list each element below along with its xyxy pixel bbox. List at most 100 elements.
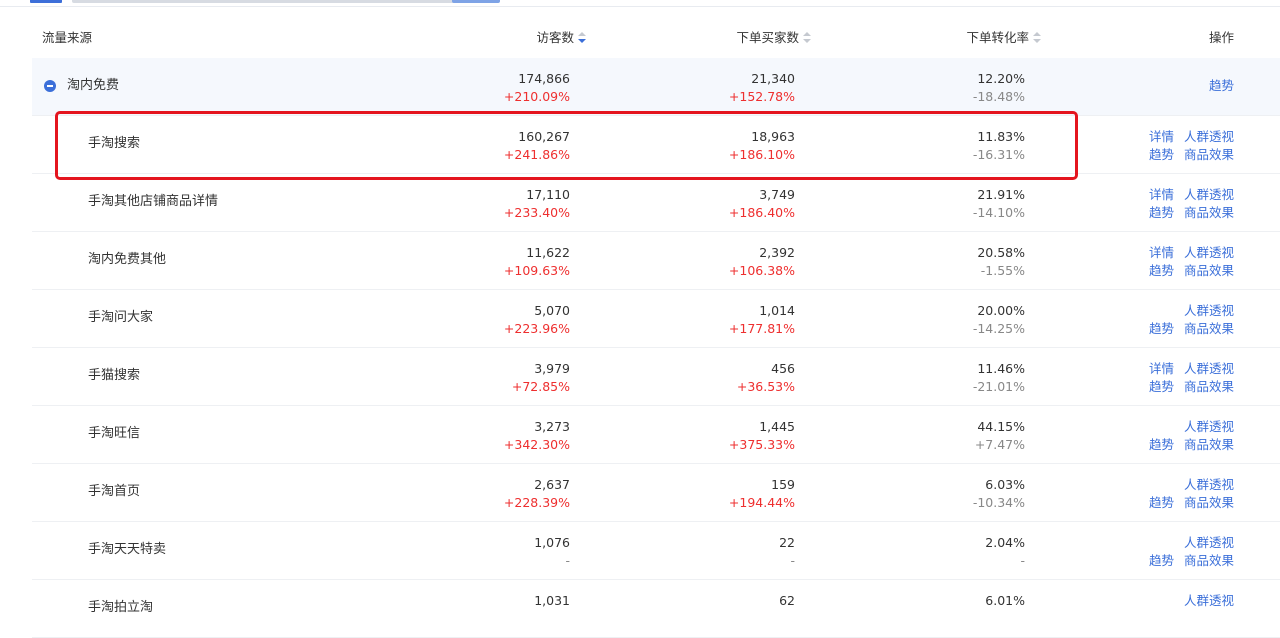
conversion-value: 11.83%: [977, 129, 1025, 144]
detail-link[interactable]: 详情: [1149, 245, 1174, 260]
buyers-delta: +152.78%: [728, 89, 795, 104]
conversion-value: 20.00%: [977, 303, 1025, 318]
header-actions: 操作: [1208, 30, 1234, 45]
buyers-value: 22: [779, 535, 795, 550]
trend-link[interactable]: 趋势: [1149, 553, 1174, 568]
conversion-value: 20.58%: [977, 245, 1025, 260]
conversion-delta: -10.34%: [972, 495, 1025, 510]
conversion-cell: 6.03% -10.34%: [973, 476, 1025, 512]
buyers-cell: 1,014 +177.81%: [729, 302, 795, 338]
visitors-value: 3,273: [534, 419, 570, 434]
buyers-delta: +186.40%: [728, 205, 795, 220]
table-row: 手淘天天特卖 1,076 - 22 - 2.04% - 人群透视 趋势 商品效果: [32, 522, 1280, 580]
conversion-cell: 2.04% -: [985, 534, 1025, 570]
table-header: 流量来源 访客数 下单买家数 下单转化率 操作: [32, 16, 1280, 58]
header-visitors[interactable]: 访客数: [536, 30, 586, 46]
buyers-delta: +106.38%: [728, 263, 795, 278]
source-name: 手淘首页: [88, 484, 141, 499]
trend-link[interactable]: 趋势: [1209, 78, 1234, 94]
crowd-link[interactable]: 人群透视: [1184, 535, 1234, 550]
conversion-delta: -14.10%: [972, 205, 1025, 220]
trend-link[interactable]: 趋势: [1149, 495, 1174, 510]
header-conversion[interactable]: 下单转化率: [966, 30, 1041, 46]
visitors-cell: 5,070 +223.96%: [504, 302, 570, 338]
conversion-delta: -14.25%: [972, 321, 1025, 336]
product-link[interactable]: 商品效果: [1184, 147, 1234, 162]
trend-link[interactable]: 趋势: [1149, 263, 1174, 278]
toolbar-link[interactable]: [452, 0, 500, 3]
product-link[interactable]: 商品效果: [1184, 321, 1234, 336]
conversion-cell: 11.83% -16.31%: [973, 128, 1025, 164]
buyers-value: 1,014: [759, 303, 795, 318]
crowd-link[interactable]: 人群透视: [1184, 593, 1234, 608]
visitors-delta: +223.96%: [503, 321, 570, 336]
collapse-icon[interactable]: [44, 80, 56, 92]
visitors-delta: +72.85%: [511, 379, 570, 394]
detail-link[interactable]: 详情: [1149, 187, 1174, 202]
buyers-delta: -: [790, 553, 795, 568]
table-row: 淘内免费其他 11,622 +109.63% 2,392 +106.38% 20.58% -…: [32, 232, 1280, 290]
source-name: 手淘搜索: [88, 136, 141, 151]
crowd-link[interactable]: 人群透视: [1184, 419, 1234, 434]
sort-icon[interactable]: [803, 31, 811, 44]
visitors-value: 5,070: [534, 303, 570, 318]
crowd-link[interactable]: 人群透视: [1184, 303, 1234, 318]
source-name: 手淘旺信: [88, 426, 141, 441]
buyers-cell: 62: [779, 592, 795, 610]
trend-link[interactable]: 趋势: [1149, 379, 1174, 394]
product-link[interactable]: 商品效果: [1184, 263, 1234, 278]
product-link[interactable]: 商品效果: [1184, 553, 1234, 568]
crowd-link[interactable]: 人群透视: [1184, 245, 1234, 260]
visitors-value: 160,267: [518, 129, 570, 144]
conversion-delta: +7.47%: [974, 437, 1025, 452]
traffic-source-table: 流量来源 访客数 下单买家数 下单转化率 操作 淘内免费 174,866 +21…: [32, 16, 1280, 638]
table-row: 手淘首页 2,637 +228.39% 159 +194.44% 6.03% -10.34%…: [32, 464, 1280, 522]
visitors-value: 17,110: [526, 187, 570, 202]
visitors-cell: 1,076 -: [534, 534, 570, 570]
product-link[interactable]: 商品效果: [1184, 437, 1234, 452]
buyers-value: 1,445: [759, 419, 795, 434]
buyers-value: 21,340: [751, 71, 795, 86]
conversion-value: 21.91%: [977, 187, 1025, 202]
visitors-value: 11,622: [526, 245, 570, 260]
visitors-delta: +241.86%: [503, 147, 570, 162]
detail-link[interactable]: 详情: [1149, 361, 1174, 376]
row-actions: 人群透视 趋势 商品效果: [1124, 476, 1234, 512]
visitors-delta: +342.30%: [503, 437, 570, 452]
product-link[interactable]: 商品效果: [1184, 379, 1234, 394]
header-buyers[interactable]: 下单买家数: [736, 30, 811, 46]
source-name: 手淘拍立淘: [88, 600, 154, 615]
crowd-link[interactable]: 人群透视: [1184, 477, 1234, 492]
buyers-delta: +186.10%: [728, 147, 795, 162]
table-row: 手淘拍立淘 1,031 62 6.01% 人群透视: [32, 580, 1280, 638]
buyers-cell: 159 +194.44%: [729, 476, 795, 512]
sort-desc-icon[interactable]: [578, 31, 586, 44]
trend-link[interactable]: 趋势: [1149, 321, 1174, 336]
row-actions: 详情 人群透视 趋势 商品效果: [1124, 186, 1234, 222]
filter-summary: [72, 0, 492, 3]
trend-link[interactable]: 趋势: [1149, 147, 1174, 162]
detail-link[interactable]: 详情: [1149, 129, 1174, 144]
visitors-delta: +228.39%: [503, 495, 570, 510]
buyers-cell: 2,392 +106.38%: [729, 244, 795, 280]
sort-icon[interactable]: [1033, 31, 1041, 44]
buyers-cell: 1,445 +375.33%: [729, 418, 795, 454]
product-link[interactable]: 商品效果: [1184, 495, 1234, 510]
conversion-value: 2.04%: [985, 535, 1025, 550]
crowd-link[interactable]: 人群透视: [1184, 187, 1234, 202]
trend-link[interactable]: 趋势: [1149, 205, 1174, 220]
crowd-link[interactable]: 人群透视: [1184, 129, 1234, 144]
source-name: 淘内免费: [67, 78, 120, 93]
conversion-cell: 20.58% -1.55%: [977, 244, 1025, 280]
buyers-value: 18,963: [751, 129, 795, 144]
buyers-cell: 3,749 +186.40%: [729, 186, 795, 222]
product-link[interactable]: 商品效果: [1184, 205, 1234, 220]
conversion-cell: 6.01%: [985, 592, 1025, 610]
tab-indicator: [30, 0, 62, 3]
header-conversion-label: 下单转化率: [966, 30, 1029, 45]
conversion-cell: 44.15% +7.47%: [975, 418, 1025, 454]
visitors-value: 2,637: [534, 477, 570, 492]
crowd-link[interactable]: 人群透视: [1184, 361, 1234, 376]
visitors-value: 3,979: [534, 361, 570, 376]
trend-link[interactable]: 趋势: [1149, 437, 1174, 452]
